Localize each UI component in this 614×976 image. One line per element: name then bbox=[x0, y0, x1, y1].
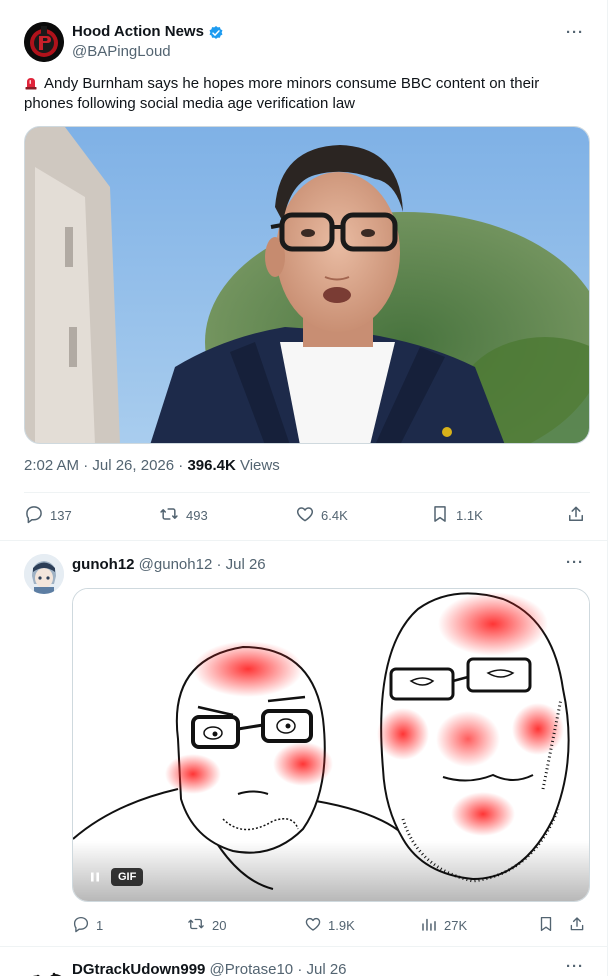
reply-button[interactable]: 1 bbox=[72, 915, 103, 936]
author-handle[interactable]: @Protase10 bbox=[210, 961, 294, 976]
share-button[interactable] bbox=[568, 915, 586, 936]
avatar[interactable] bbox=[24, 554, 64, 594]
main-tweet[interactable]: Hood Action News @BAPingLoud ··· Andy Bu… bbox=[0, 0, 607, 541]
post-date[interactable]: · Jul 26 bbox=[293, 961, 346, 976]
reply-button[interactable]: 137 bbox=[24, 504, 72, 527]
repost-count: 493 bbox=[186, 508, 208, 523]
repost-button[interactable]: 20 bbox=[186, 915, 226, 936]
siren-icon bbox=[24, 76, 38, 90]
like-button[interactable]: 1.9K bbox=[304, 915, 355, 936]
more-options-button[interactable]: ··· bbox=[566, 24, 584, 41]
share-icon bbox=[568, 915, 586, 936]
reply-icon bbox=[24, 504, 44, 527]
reply-count: 137 bbox=[50, 508, 72, 523]
views-button[interactable]: 27K bbox=[420, 915, 467, 936]
like-count: 6.4K bbox=[321, 508, 348, 523]
tweet-photo[interactable] bbox=[24, 126, 590, 444]
bookmark-button[interactable] bbox=[537, 915, 555, 936]
reply-icon bbox=[72, 915, 90, 936]
more-options-button[interactable]: ··· bbox=[566, 958, 584, 975]
like-icon bbox=[304, 915, 322, 936]
author-name[interactable]: Hood Action News bbox=[72, 23, 204, 40]
reply-header: gunoh12 @gunoh12 · Jul 26 bbox=[72, 556, 266, 573]
verified-badge-icon bbox=[208, 25, 224, 46]
reply-tweet[interactable]: gunoh12 @gunoh12 · Jul 26 ··· GIF 1 20 1… bbox=[0, 542, 607, 947]
like-icon bbox=[295, 504, 315, 527]
avatar[interactable] bbox=[24, 960, 64, 976]
tweet-actions: 137 493 6.4K 1.1K bbox=[0, 504, 607, 534]
author-handle[interactable]: @gunoh12 bbox=[139, 556, 213, 573]
author-handle[interactable]: @BAPingLoud bbox=[72, 43, 171, 60]
repost-count: 20 bbox=[212, 918, 227, 933]
views-label: Views bbox=[235, 457, 280, 474]
gif-badge: GIF bbox=[111, 868, 144, 886]
bookmark-icon bbox=[430, 504, 450, 527]
bookmark-count: 1.1K bbox=[456, 508, 483, 523]
timestamp-link[interactable]: 2:02 AM · Jul 26, 2026 · bbox=[24, 457, 187, 474]
more-options-button[interactable]: ··· bbox=[566, 554, 584, 571]
bookmark-icon bbox=[537, 915, 555, 936]
share-button[interactable] bbox=[566, 504, 586, 527]
tweet-text: Andy Burnham says he hopes more minors c… bbox=[24, 74, 584, 114]
repost-icon bbox=[186, 915, 206, 936]
tweet-metadata: 2:02 AM · Jul 26, 2026 · 396.4K Views bbox=[24, 457, 280, 474]
tweet-gif[interactable]: GIF bbox=[72, 588, 590, 902]
avatar[interactable] bbox=[24, 22, 64, 62]
divider bbox=[24, 492, 590, 493]
share-icon bbox=[566, 504, 586, 527]
repost-icon bbox=[158, 504, 180, 527]
tweet-actions: 1 20 1.9K 27K bbox=[0, 915, 607, 939]
like-count: 1.9K bbox=[328, 918, 355, 933]
author-name[interactable]: gunoh12 bbox=[72, 556, 135, 573]
like-button[interactable]: 6.4K bbox=[295, 504, 348, 527]
bookmark-button[interactable]: 1.1K bbox=[430, 504, 483, 527]
repost-button[interactable]: 493 bbox=[158, 504, 208, 527]
gif-controls: GIF bbox=[85, 867, 144, 887]
post-date[interactable]: · Jul 26 bbox=[212, 556, 265, 573]
next-tweet[interactable]: DGtrackUdown999 @Protase10 · Jul 26 ··· bbox=[0, 948, 607, 976]
pause-icon[interactable] bbox=[85, 867, 105, 887]
reply-count: 1 bbox=[96, 918, 104, 933]
views-count: 396.4K bbox=[187, 457, 236, 474]
author-name[interactable]: DGtrackUdown999 bbox=[72, 961, 205, 976]
views-icon bbox=[420, 915, 438, 936]
tweet-body: Andy Burnham says he hopes more minors c… bbox=[24, 75, 540, 112]
reply-header: DGtrackUdown999 @Protase10 · Jul 26 bbox=[72, 961, 347, 976]
gif-overlay bbox=[73, 841, 589, 901]
views-count: 27K bbox=[444, 918, 468, 933]
